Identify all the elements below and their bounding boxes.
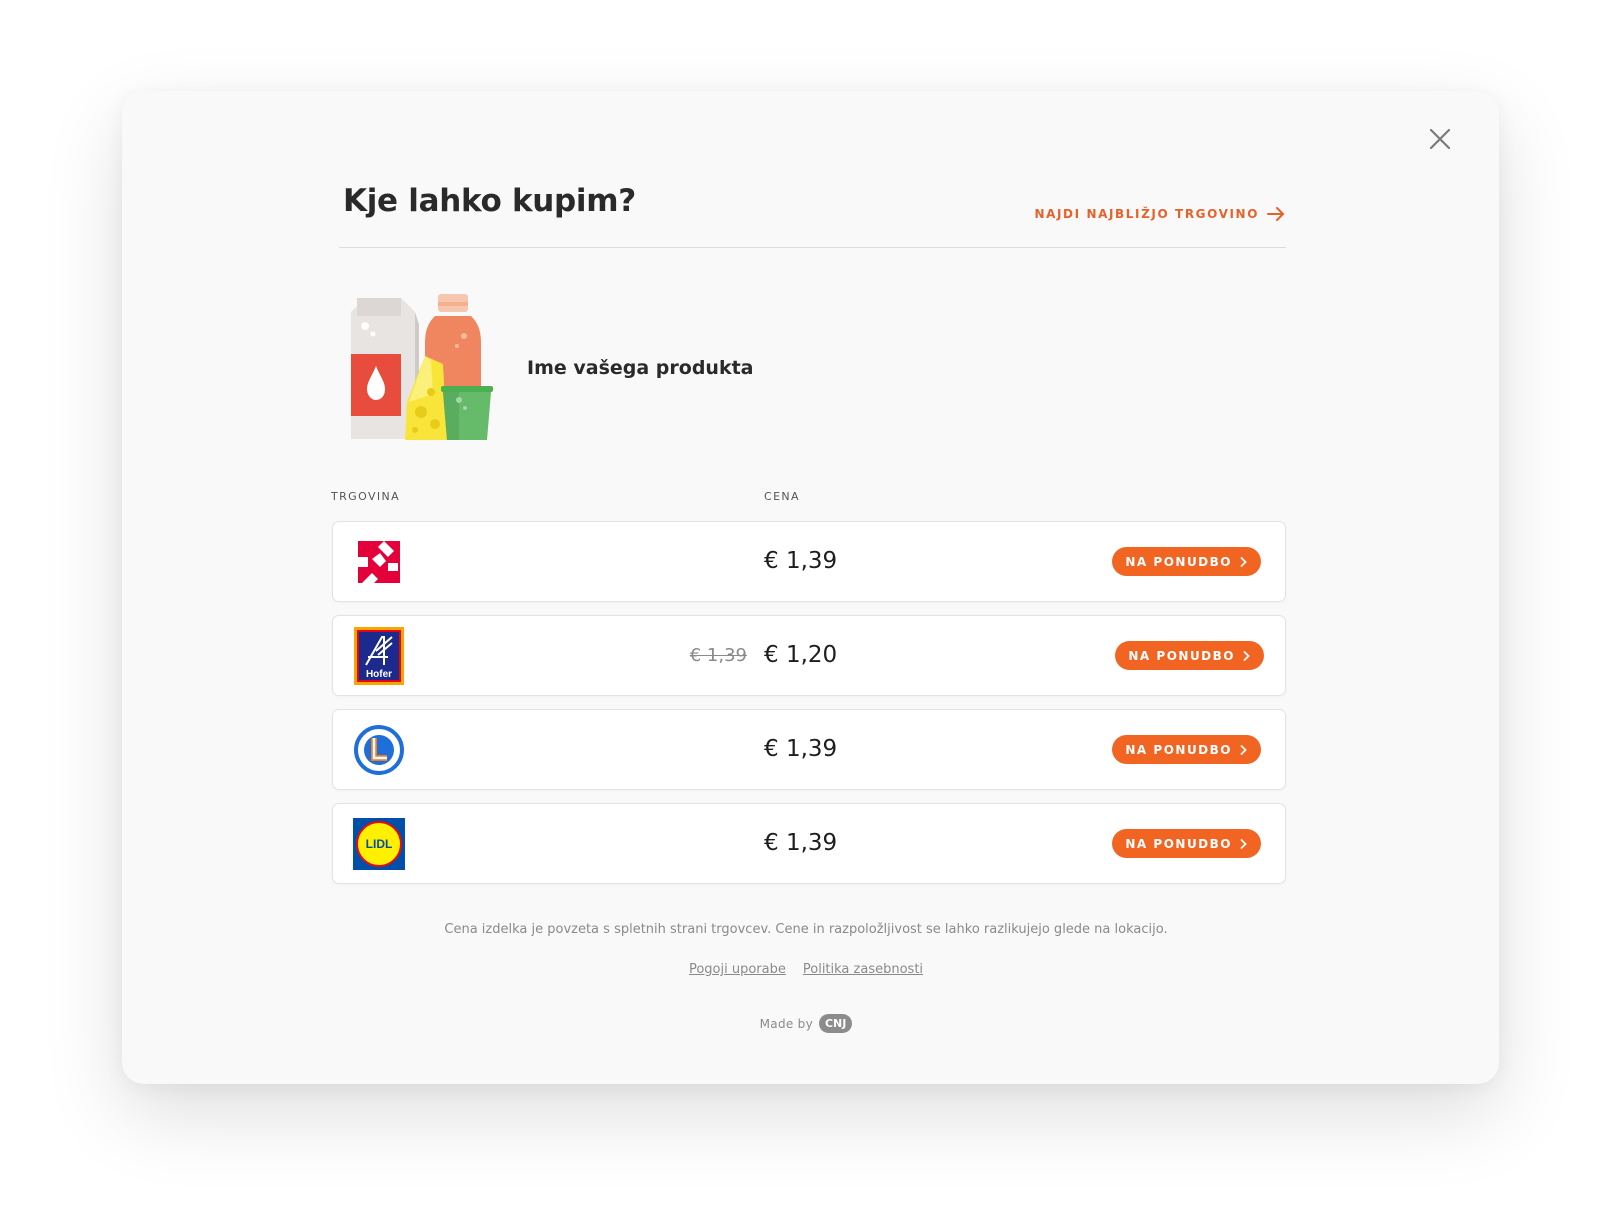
offer-button[interactable]: NA PONUDBO: [1112, 547, 1261, 576]
find-nearest-store-link[interactable]: NAJDI NAJBLIŽJO TRGOVINO: [1034, 207, 1285, 221]
offer-button[interactable]: NA PONUDBO: [1112, 735, 1261, 764]
offer-button[interactable]: NA PONUDBO: [1115, 641, 1264, 670]
terms-link[interactable]: Pogoji uporabe: [689, 962, 786, 977]
header-divider: [339, 247, 1286, 248]
column-header-store: TRGOVINA: [331, 490, 401, 503]
lidl-logo-text: LIDL: [366, 837, 393, 851]
store-price: € 1,39: [764, 736, 838, 762]
store-price: € 1,39: [764, 830, 838, 856]
column-header-price: CENA: [764, 490, 800, 503]
store-price: € 1,20: [764, 642, 838, 668]
spar-style-logo-icon: [358, 541, 400, 583]
chevron-right-icon: [1243, 650, 1250, 661]
table-row: € 1,39 NA PONUDBO: [332, 521, 1286, 602]
store-logo: [353, 536, 405, 588]
privacy-link[interactable]: Politika zasebnosti: [803, 962, 923, 977]
footer-links: Pogoji uporabe Politika zasebnosti: [0, 962, 1612, 977]
price-disclaimer: Cena izdelka je povzeta s spletnih stran…: [444, 922, 1168, 937]
table-row: € 1,39 NA PONUDBO: [332, 709, 1286, 790]
hofer-logo-icon: Hofer: [354, 627, 404, 685]
store-price: € 1,39: [764, 548, 838, 574]
offer-button-label: NA PONUDBO: [1125, 554, 1232, 569]
chevron-right-icon: [1240, 744, 1247, 755]
made-by-label: Made by: [759, 1016, 813, 1031]
close-icon: [1429, 128, 1451, 150]
chevron-right-icon: [1240, 556, 1247, 567]
chevron-right-icon: [1240, 838, 1247, 849]
hofer-logo-text: Hofer: [366, 669, 392, 680]
offer-button-label: NA PONUDBO: [1125, 836, 1232, 851]
table-row: Hofer € 1,39 € 1,20 NA PONUDBO: [332, 615, 1286, 696]
lidl-logo-icon: LIDL: [353, 818, 405, 870]
dialog-title: Kje lahko kupim?: [343, 183, 636, 219]
old-price: € 1,39: [689, 645, 747, 666]
offer-button-label: NA PONUDBO: [1125, 742, 1232, 757]
arrow-right-icon: [1267, 207, 1284, 221]
store-logo: LIDL: [353, 818, 405, 870]
store-logo: Hofer: [353, 627, 405, 685]
offer-button[interactable]: NA PONUDBO: [1112, 829, 1261, 858]
product-name: Ime vašega produkta: [527, 357, 754, 379]
cnj-badge[interactable]: CNJ: [818, 1014, 853, 1033]
table-row: LIDL € 1,39 NA PONUDBO: [332, 803, 1286, 884]
store-logo: [353, 724, 405, 776]
product-illustration: [351, 294, 493, 440]
close-button[interactable]: [1425, 124, 1455, 154]
find-nearest-store-label: NAJDI NAJBLIŽJO TRGOVINO: [1034, 207, 1259, 221]
offer-button-label: NA PONUDBO: [1128, 648, 1235, 663]
leclerc-logo-icon: [354, 725, 404, 775]
made-by: Made by CNJ: [0, 1014, 1612, 1033]
